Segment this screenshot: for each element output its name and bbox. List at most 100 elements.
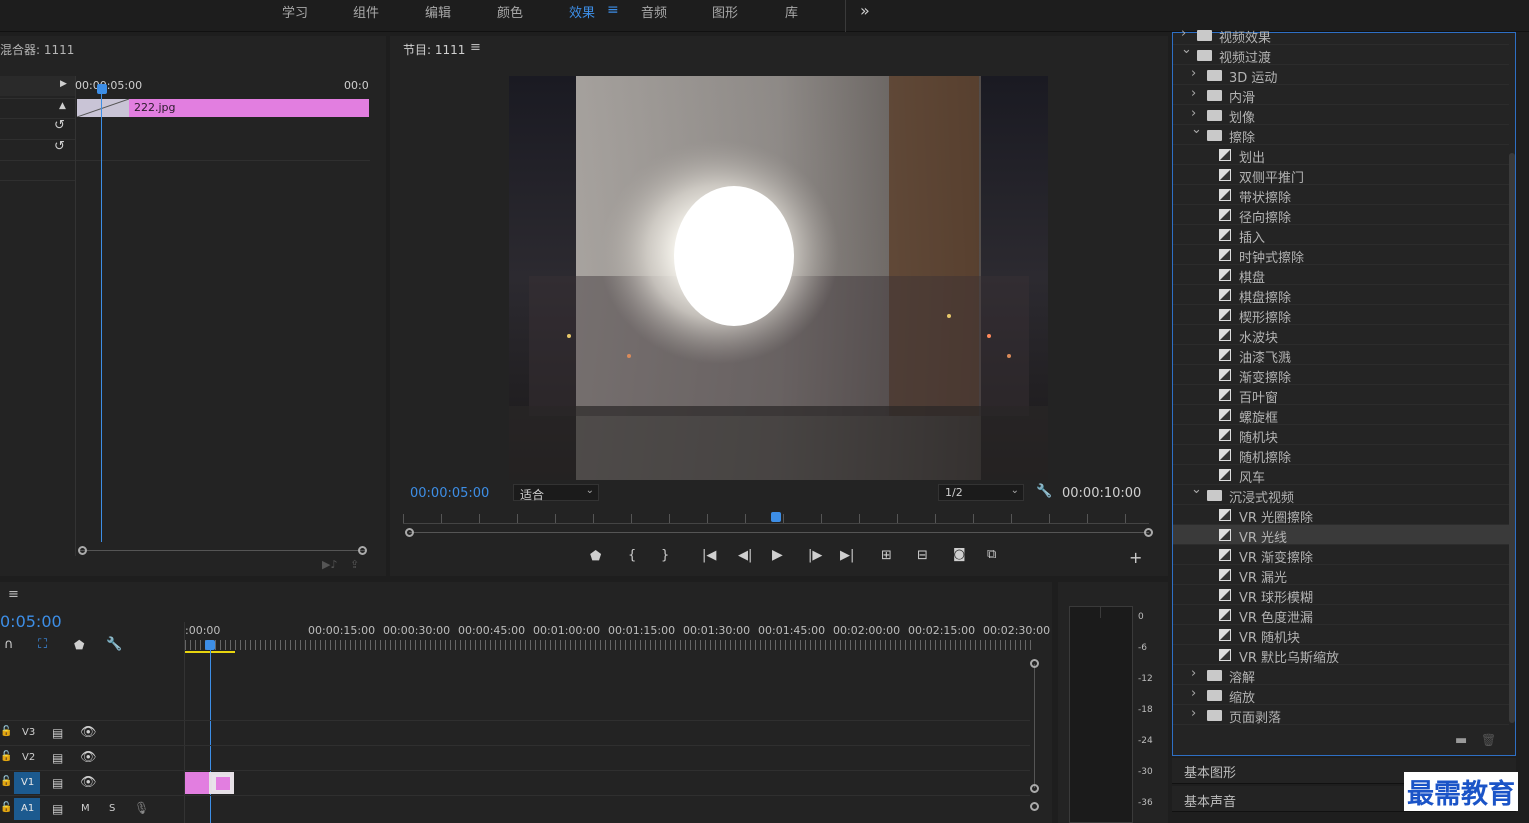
microphone-icon[interactable]: 🎙: [134, 801, 149, 815]
mark-out-icon[interactable]: }: [661, 548, 669, 563]
effects-folder-4[interactable]: › 划像: [1173, 105, 1509, 126]
effect-item-30[interactable]: VR 随机块: [1173, 625, 1509, 646]
effect-item-26[interactable]: VR 渐变擦除: [1173, 545, 1509, 566]
lift-icon[interactable]: ⊞: [881, 548, 892, 563]
resolution-select[interactable]: 1/2 ⌄: [938, 484, 1024, 501]
extract-icon[interactable]: ⊟: [917, 548, 928, 563]
chevron-down-icon[interactable]: ⌄: [1191, 482, 1202, 497]
comparison-view-icon[interactable]: ⧉: [987, 547, 996, 562]
effects-folder-2[interactable]: › 3D 运动: [1173, 65, 1509, 86]
reset-icon[interactable]: ↺: [54, 118, 65, 133]
lock-icon[interactable]: 🔓: [0, 751, 12, 762]
effect-item-18[interactable]: 百叶窗: [1173, 385, 1509, 406]
track-target-v1[interactable]: V1: [14, 772, 40, 794]
linked-selection-icon[interactable]: ⛶: [38, 637, 47, 652]
add-marker-icon[interactable]: ⬟: [74, 638, 84, 652]
workspace-menu-icon[interactable]: ≡: [607, 2, 619, 18]
program-playhead[interactable]: [771, 512, 781, 522]
effect-item-29[interactable]: VR 色度泄漏: [1173, 605, 1509, 626]
timeline-transition[interactable]: [209, 772, 234, 794]
transition-block[interactable]: [76, 98, 130, 118]
solo-button[interactable]: S: [109, 803, 115, 814]
effect-item-11[interactable]: 时钟式擦除: [1173, 245, 1509, 266]
timeline-ruler[interactable]: :00:00 00:00:15:00 00:00:30:00 00:00:45:00 0…: [185, 624, 1111, 654]
step-back-icon[interactable]: ◀|: [738, 548, 752, 563]
zoom-handle-left[interactable]: [405, 528, 414, 537]
effect-item-28[interactable]: VR 球形模糊: [1173, 585, 1509, 606]
film-icon[interactable]: ▤: [52, 751, 63, 765]
effect-item-16[interactable]: 油漆飞溅: [1173, 345, 1509, 366]
effect-item-8[interactable]: 带状擦除: [1173, 185, 1509, 206]
mark-in-icon[interactable]: {: [628, 548, 636, 563]
effects-folder-23[interactable]: ⌄ 沉浸式视频: [1173, 482, 1509, 506]
chevron-right-icon[interactable]: ›: [1191, 66, 1196, 81]
timeline-clip[interactable]: [185, 772, 209, 794]
effect-item-17[interactable]: 渐变擦除: [1173, 365, 1509, 386]
timeline-current-time[interactable]: 0:05:00: [0, 612, 62, 631]
timeline-vscroll-track[interactable]: [1034, 664, 1035, 788]
panel-menu-icon[interactable]: ≡: [470, 40, 481, 55]
eye-icon[interactable]: 👁: [80, 775, 97, 790]
expand-triangle-icon[interactable]: ▶: [60, 79, 67, 89]
track-name-v2[interactable]: V2: [22, 752, 35, 763]
effect-item-24[interactable]: VR 光圈擦除: [1173, 505, 1509, 526]
eye-icon[interactable]: 👁: [80, 750, 97, 765]
effects-folder-0[interactable]: › 视频效果: [1173, 25, 1509, 46]
reset-icon-2[interactable]: ↺: [54, 139, 65, 154]
add-marker-icon[interactable]: ⬟: [590, 549, 601, 564]
effect-item-7[interactable]: 双侧平推门: [1173, 165, 1509, 186]
workspace-tab-assembly[interactable]: 组件: [353, 2, 379, 21]
chevron-right-icon[interactable]: ›: [1191, 706, 1196, 721]
vscroll-handle-top[interactable]: [1030, 659, 1039, 668]
effects-folder-3[interactable]: › 内滑: [1173, 85, 1509, 106]
vscroll-handle-bottom[interactable]: [1030, 784, 1039, 793]
new-bin-icon[interactable]: ▬: [1455, 733, 1467, 748]
effects-scrollbar[interactable]: [1509, 153, 1515, 723]
wrench-icon[interactable]: 🔧: [106, 637, 122, 652]
effects-folder-34[interactable]: › 页面剥落: [1173, 705, 1509, 726]
effect-item-12[interactable]: 棋盘: [1173, 265, 1509, 286]
fit-select[interactable]: 适合 ⌄: [513, 484, 599, 502]
playhead-handle[interactable]: [97, 84, 107, 94]
vscroll-handle-audio[interactable]: [1030, 802, 1039, 811]
track-target-a1[interactable]: A1: [14, 798, 40, 820]
effect-item-10[interactable]: 插入: [1173, 225, 1509, 246]
effect-item-6[interactable]: 划出: [1173, 145, 1509, 166]
effect-item-22[interactable]: 风车: [1173, 465, 1509, 486]
effects-folder-1[interactable]: ⌄ 视频过渡: [1173, 42, 1509, 66]
effect-item-9[interactable]: 径向擦除: [1173, 205, 1509, 226]
chevron-right-icon[interactable]: ›: [1191, 106, 1196, 121]
workspace-tab-libraries[interactable]: 库: [785, 2, 798, 21]
effect-item-25[interactable]: VR 光线: [1173, 525, 1509, 546]
eye-icon[interactable]: 👁: [80, 725, 97, 740]
mute-button[interactable]: M: [81, 803, 90, 814]
effect-item-15[interactable]: 水波块: [1173, 325, 1509, 346]
effect-item-27[interactable]: VR 漏光: [1173, 565, 1509, 586]
chevron-right-icon[interactable]: ›: [1181, 26, 1186, 41]
lock-icon[interactable]: 🔓: [0, 726, 12, 737]
workspace-overflow-icon[interactable]: »: [860, 1, 870, 20]
effect-item-19[interactable]: 螺旋框: [1173, 405, 1509, 426]
program-current-time[interactable]: 00:00:05:00: [410, 486, 489, 501]
play-icon[interactable]: ▶: [772, 547, 783, 563]
panel-menu-icon[interactable]: ≡: [8, 587, 19, 602]
chevron-right-icon[interactable]: ›: [1191, 86, 1196, 101]
effects-folder-33[interactable]: › 缩放: [1173, 685, 1509, 706]
workspace-tab-editing[interactable]: 编辑: [425, 2, 451, 21]
scrollbar-track[interactable]: [80, 550, 365, 551]
effects-folder-32[interactable]: › 溶解: [1173, 665, 1509, 686]
scroll-handle-right[interactable]: [358, 546, 367, 555]
track-name-v3[interactable]: V3: [22, 727, 35, 738]
workspace-tab-graphics[interactable]: 图形: [712, 2, 738, 21]
chevron-right-icon[interactable]: ›: [1191, 666, 1196, 681]
snap-icon[interactable]: ∩: [4, 637, 14, 652]
scroll-handle-left[interactable]: [78, 546, 87, 555]
zoom-handle-right[interactable]: [1144, 528, 1153, 537]
collapse-triangle-icon[interactable]: ▲: [59, 101, 66, 111]
workspace-tab-audio[interactable]: 音频: [641, 2, 667, 21]
workspace-tab-effects[interactable]: 效果: [569, 2, 595, 21]
workspace-tab-color[interactable]: 颜色: [497, 2, 523, 21]
clip-bar[interactable]: 222.jpg: [129, 99, 369, 117]
effects-folder-5[interactable]: ⌄ 擦除: [1173, 122, 1509, 146]
lock-icon[interactable]: 🔓: [0, 776, 12, 787]
